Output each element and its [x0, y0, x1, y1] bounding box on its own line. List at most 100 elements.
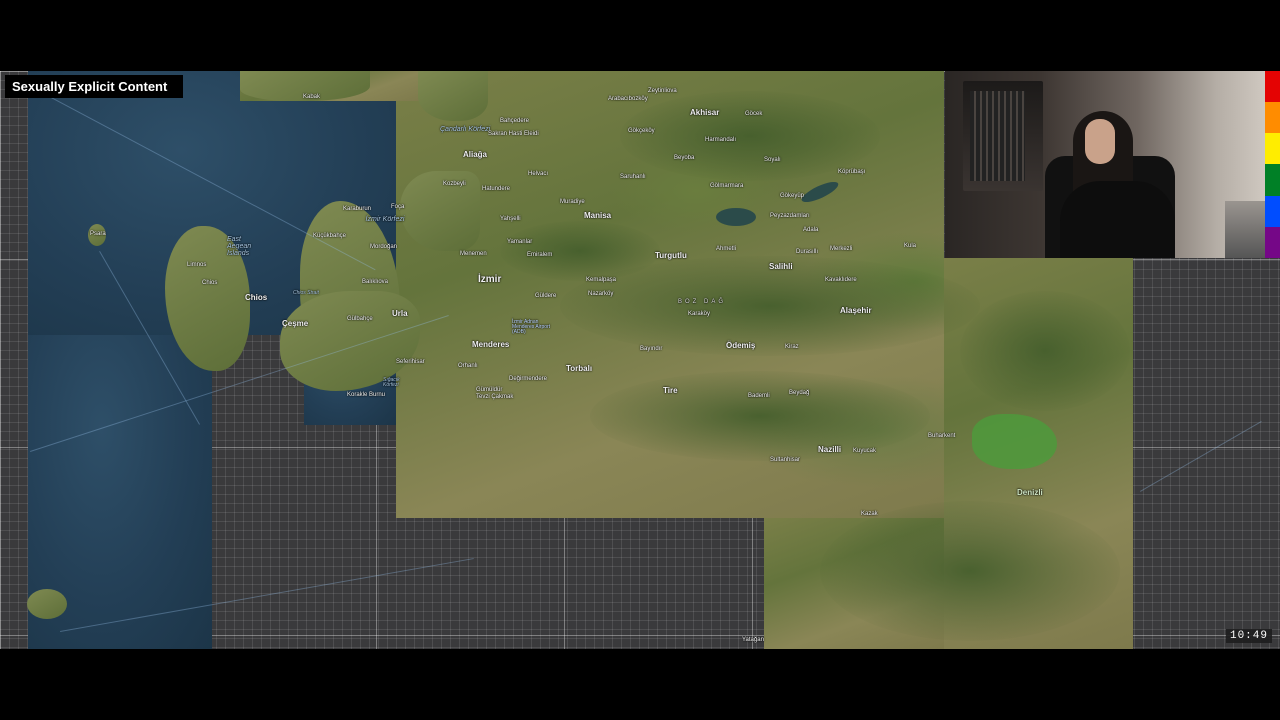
- place-label: Gökçeköy: [628, 128, 655, 134]
- southeast-ridge: [820, 501, 1120, 641]
- webcam-overlay: [945, 71, 1265, 258]
- place-label: Salihli: [769, 262, 793, 271]
- pride-stripe: [1265, 226, 1280, 258]
- place-label: Gölmarmara: [710, 183, 744, 189]
- person-body: [1060, 181, 1175, 258]
- place-label: Kabak: [303, 94, 321, 100]
- place-label: Köprübaşı: [838, 169, 866, 175]
- place-label: Çeşme: [282, 319, 309, 328]
- place-label: Orhanlı: [458, 363, 478, 369]
- place-label: Hatundere: [482, 186, 511, 192]
- place-label: Küçükbahçe: [313, 233, 347, 239]
- water-label: Sığacık Körfezi: [383, 377, 400, 388]
- place-label: Kazak: [861, 511, 878, 517]
- pride-stripe: [1265, 133, 1280, 165]
- place-label: Limnos: [187, 262, 207, 268]
- place-label: Akhisar: [690, 108, 720, 117]
- place-label: Torbalı: [566, 364, 593, 373]
- pride-flag-strip: [1265, 71, 1280, 258]
- place-label: Alaşehir: [840, 306, 872, 315]
- place-label: Güldere: [535, 293, 557, 299]
- place-label: Bademli: [748, 393, 770, 399]
- place-label: Sultanhisar: [770, 457, 801, 463]
- water-label: Çandarlı Körfezi: [440, 126, 491, 133]
- place-label: Durasıllı: [796, 249, 819, 255]
- place-label: Tevzi Çakmak: [476, 394, 514, 400]
- place-label: Yahşelli: [500, 216, 521, 222]
- place-label: Balıklıova: [362, 279, 389, 285]
- place-label: Kuyucak: [853, 448, 877, 454]
- place-label: Soyalı: [764, 157, 781, 163]
- place-label: Sakran Hasti Eleidi: [488, 131, 539, 137]
- place-label: Ödemiş: [726, 341, 756, 350]
- place-label: Beyoba: [674, 155, 695, 161]
- place-label: Bayındır: [640, 346, 663, 352]
- place-label: Arabacıbozköy: [608, 96, 648, 102]
- place-label: Denizli: [1017, 488, 1043, 497]
- place-label: Seferihisar: [396, 359, 425, 365]
- place-label: Menemen: [460, 251, 487, 257]
- stream-timer: 10:49: [1225, 629, 1272, 643]
- east-ridge: [960, 291, 1130, 411]
- place-label: Turgutlu: [655, 251, 687, 260]
- pride-stripe: [1265, 102, 1280, 134]
- place-label: Aliağa: [463, 150, 488, 159]
- place-label: Kemalpaşa: [586, 277, 617, 283]
- place-label: Adala: [803, 227, 819, 233]
- place-label: Kozbeyli: [443, 181, 466, 187]
- place-label: Karaköy: [688, 311, 711, 317]
- city-label-izmir: İzmir: [478, 274, 502, 285]
- water-label: Chios Strait: [293, 290, 319, 296]
- place-label: Değirmendere: [509, 376, 548, 382]
- content-warning-label: Sexually Explicit Content: [5, 75, 183, 98]
- place-label: Kavaklıdere: [825, 277, 857, 283]
- place-label: Emiralem: [527, 252, 553, 258]
- place-label: Chios: [202, 280, 218, 286]
- place-label: Karaburun: [343, 206, 372, 212]
- region-label: BOZ DAĞ: [678, 299, 727, 305]
- place-label: Helvacı: [528, 171, 549, 177]
- aydin-ridge: [590, 371, 930, 461]
- water-label: İzmir Körfezi: [365, 216, 405, 223]
- place-label: Gülbahçe: [347, 316, 373, 322]
- pride-stripe: [1265, 195, 1280, 227]
- place-label: Nazilli: [818, 445, 842, 454]
- place-label: Korakle Burnu: [347, 392, 386, 398]
- samos-island: [27, 589, 67, 619]
- place-label: Göcek: [745, 111, 763, 117]
- manisa-ridge: [500, 221, 660, 281]
- water-label: East Aegean Islands: [227, 236, 252, 257]
- desk-items: [1225, 201, 1265, 258]
- place-label: Kiraz: [785, 344, 799, 350]
- airport-label: İzmir Adnan Menderes Airport (ADB): [512, 319, 551, 335]
- hanging-clothes: [970, 91, 1025, 181]
- place-label: Saruhanlı: [620, 174, 646, 180]
- place-label: Ahmetli: [716, 246, 737, 252]
- north-ridge: [620, 91, 880, 181]
- place-label: Mordoğan: [370, 244, 398, 250]
- pride-stripe: [1265, 71, 1280, 103]
- place-label: Gümüldür: [476, 387, 503, 393]
- place-label: Bahçedere: [500, 118, 530, 124]
- place-label: Nazarköy: [588, 291, 614, 297]
- place-label: Gökeyüp: [780, 193, 805, 199]
- person-face: [1085, 119, 1115, 164]
- place-label: Chios: [245, 293, 268, 302]
- place-label: Menderes: [472, 340, 510, 349]
- place-label: Psara: [90, 231, 106, 237]
- marmara-lake: [716, 208, 756, 226]
- place-label: Zeytinliova: [648, 88, 677, 94]
- place-label: Kula: [904, 243, 917, 249]
- place-label: Foça: [391, 204, 405, 210]
- place-label: Merkezli: [830, 246, 853, 252]
- place-label: Tire: [663, 386, 678, 395]
- place-label: Muradiye: [560, 199, 585, 205]
- place-label: Yamanlar: [507, 239, 533, 245]
- place-label: Urla: [392, 309, 408, 318]
- place-label: Peyzazdamları: [770, 213, 810, 219]
- place-label: Yatağan: [742, 637, 764, 643]
- place-label: Buharkent: [928, 433, 956, 439]
- place-label: Beydağ: [789, 390, 810, 396]
- north-coast: [418, 71, 488, 121]
- place-label: Manisa: [584, 211, 612, 220]
